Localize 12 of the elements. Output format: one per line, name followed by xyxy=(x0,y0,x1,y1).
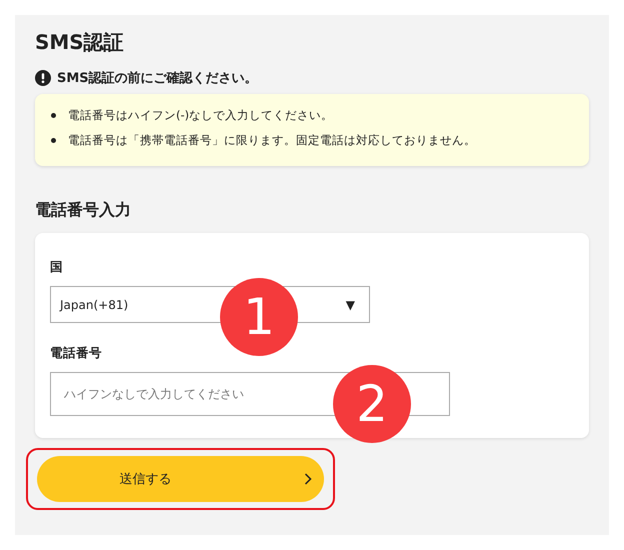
notice-text: 電話番号はハイフン(-)なしで入力してください。 xyxy=(68,108,334,123)
field-label: 電話番号 xyxy=(50,345,103,362)
bullet-icon xyxy=(51,138,56,143)
section-title: 電話番号入力 xyxy=(35,200,132,221)
bullet-icon xyxy=(51,113,56,118)
chevron-icon xyxy=(304,473,312,485)
notice-heading: SMS認証の前にご確認ください。 xyxy=(57,70,258,87)
page-title: SMS認証 xyxy=(35,29,125,56)
exclamation-icon xyxy=(35,70,51,86)
submit-button[interactable]: 送信する xyxy=(37,456,324,502)
field-label: 国 xyxy=(50,259,64,276)
notice-text: 電話番号は「携帯電話番号」に限ります。固定電話は対応しておりません。 xyxy=(68,133,476,148)
